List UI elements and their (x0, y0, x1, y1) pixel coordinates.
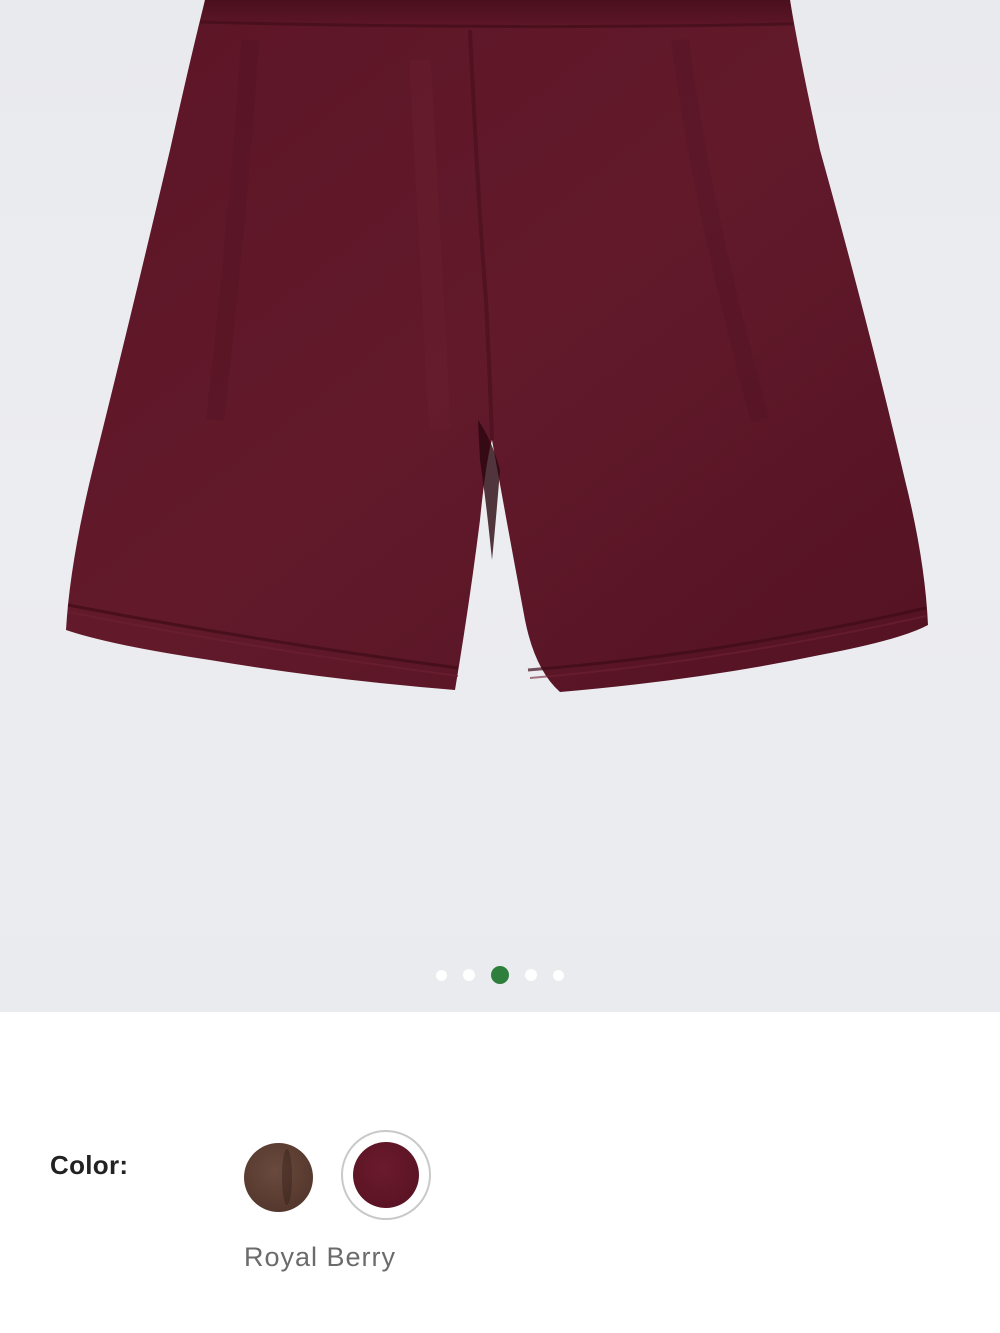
pagination-dot-2[interactable] (463, 969, 475, 981)
product-page: Color: Royal Berry (0, 0, 1000, 1333)
color-swatch-royal-berry-selected[interactable] (341, 1130, 431, 1220)
shorts-product-photo (66, 0, 928, 692)
color-label: Color: (50, 1150, 129, 1180)
royal-berry-swatch-fill (353, 1142, 419, 1208)
color-swatch-brown[interactable] (244, 1143, 313, 1212)
product-image-carousel[interactable] (0, 0, 1000, 1012)
selected-color-name: Royal Berry (244, 1242, 397, 1272)
pagination-dot-3-active[interactable] (491, 966, 509, 984)
pagination-dot-4[interactable] (525, 969, 537, 981)
pagination-dot-5[interactable] (553, 969, 564, 981)
carousel-pagination (0, 966, 1000, 984)
pagination-dot-1[interactable] (436, 969, 447, 981)
color-selector: Color: Royal Berry (0, 1012, 1000, 1333)
